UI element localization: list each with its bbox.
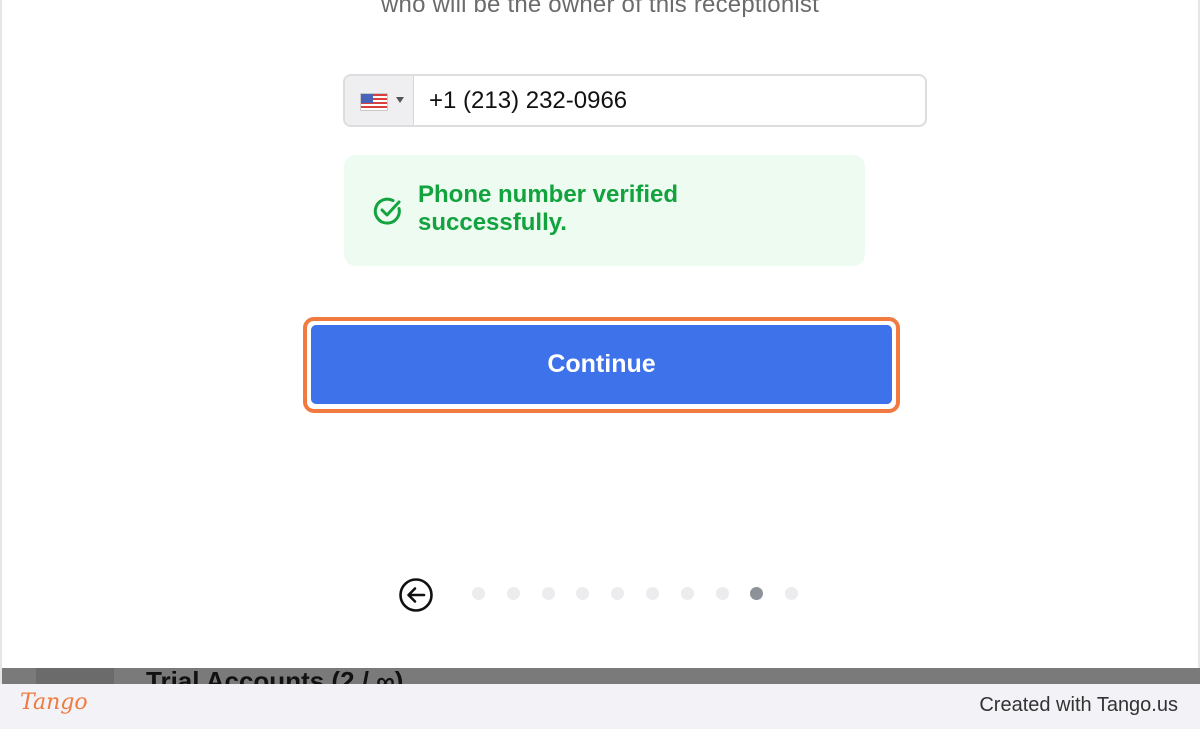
country-selector[interactable] (345, 76, 414, 125)
step-dot (611, 587, 625, 600)
footer-credit: Created with Tango.us (979, 694, 1178, 716)
step-dot-active (750, 587, 764, 600)
continue-button[interactable]: Continue (308, 322, 895, 407)
tango-logo: Tango (20, 690, 88, 715)
page-subtitle: who will be the owner of this receptioni… (381, 0, 819, 18)
step-dot (715, 587, 729, 600)
tango-footer: Tango Created with Tango.us (0, 684, 1200, 729)
step-dot (506, 587, 520, 600)
background-page: Trial Accounts (2 / ∞) (2, 668, 1200, 684)
check-circle-icon (373, 197, 401, 225)
step-dot (472, 587, 485, 600)
caret-down-icon (396, 97, 404, 103)
verification-message: Phone number verified successfully. (418, 181, 679, 236)
arrow-left-circle-icon (399, 578, 433, 612)
back-button[interactable] (398, 577, 434, 613)
step-dot (785, 587, 799, 600)
step-dot (576, 587, 590, 600)
us-flag-icon (360, 93, 388, 111)
step-dot (680, 587, 694, 600)
step-dot (541, 587, 555, 600)
onboarding-screen: who will be the owner of this receptioni… (0, 0, 1200, 729)
phone-number-input[interactable] (429, 76, 909, 125)
phone-field (343, 74, 927, 127)
background-heading: Trial Accounts (2 / ∞) (146, 668, 404, 684)
step-dot (646, 587, 659, 600)
verification-success-banner: Phone number verified successfully. (344, 155, 865, 266)
